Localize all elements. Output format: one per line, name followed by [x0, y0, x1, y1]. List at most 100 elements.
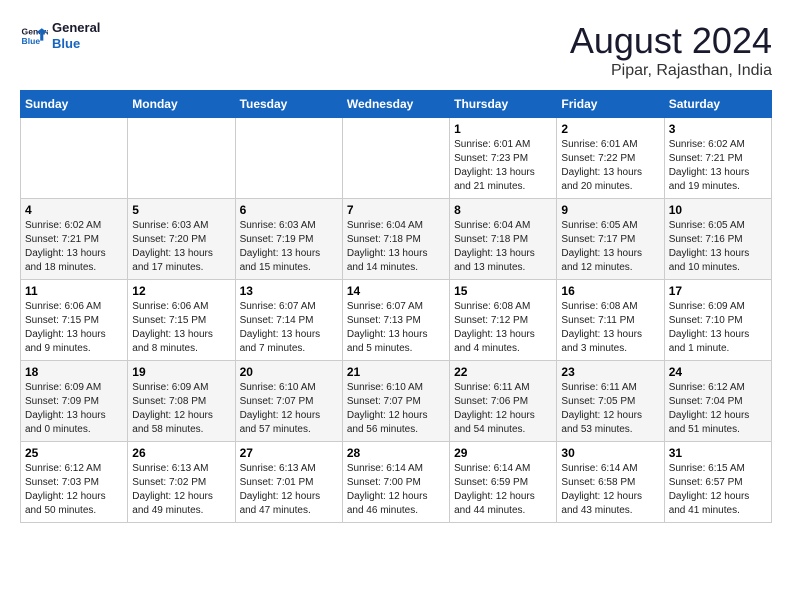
- logo-general-text: General: [52, 20, 100, 36]
- day-info: Sunrise: 6:05 AM Sunset: 7:16 PM Dayligh…: [669, 219, 767, 275]
- weekday-header-sunday: Sunday: [21, 91, 128, 118]
- calendar-cell: 12Sunrise: 6:06 AM Sunset: 7:15 PM Dayli…: [128, 280, 235, 361]
- logo: General Blue General Blue: [20, 20, 100, 51]
- day-number: 29: [454, 446, 552, 460]
- day-number: 11: [25, 284, 123, 298]
- day-info: Sunrise: 6:09 AM Sunset: 7:09 PM Dayligh…: [25, 381, 123, 437]
- day-number: 4: [25, 203, 123, 217]
- calendar-cell: [21, 118, 128, 199]
- day-number: 3: [669, 122, 767, 136]
- calendar-cell: [235, 118, 342, 199]
- calendar-cell: 4 Sunrise: 6:02 AM Sunset: 7:21 PM Daylig…: [21, 199, 128, 280]
- calendar-cell: 7 Sunrise: 6:04 AM Sunset: 7:18 PM Daylig…: [342, 199, 449, 280]
- day-info: Sunrise: 6:08 AM Sunset: 7:12 PM Dayligh…: [454, 300, 552, 356]
- day-info: Sunrise: 6:04 AM Sunset: 7:18 PM Dayligh…: [347, 219, 445, 275]
- calendar-cell: 22 Sunrise: 6:11 AM Sunset: 7:06 PM Dayli…: [450, 361, 557, 442]
- day-number: 18: [25, 365, 123, 379]
- calendar-cell: 31 Sunrise: 6:15 AM Sunset: 6:57 PM Dayli…: [664, 442, 771, 523]
- day-number: 17: [669, 284, 767, 298]
- day-number: 15: [454, 284, 552, 298]
- calendar-cell: 11Sunrise: 6:06 AM Sunset: 7:15 PM Dayli…: [21, 280, 128, 361]
- day-info: Sunrise: 6:07 AM Sunset: 7:13 PM Dayligh…: [347, 300, 445, 356]
- calendar-cell: 6Sunrise: 6:03 AM Sunset: 7:19 PM Daylig…: [235, 199, 342, 280]
- day-info: Sunrise: 6:12 AM Sunset: 7:03 PM Dayligh…: [25, 462, 123, 518]
- day-number: 7: [347, 203, 445, 217]
- day-number: 5: [132, 203, 230, 217]
- day-number: 31: [669, 446, 767, 460]
- weekday-header-thursday: Thursday: [450, 91, 557, 118]
- day-info: Sunrise: 6:08 AM Sunset: 7:11 PM Dayligh…: [561, 300, 659, 356]
- day-info: Sunrise: 6:05 AM Sunset: 7:17 PM Dayligh…: [561, 219, 659, 275]
- svg-text:Blue: Blue: [22, 35, 41, 45]
- header: General Blue General Blue August 2024 Pi…: [20, 20, 772, 80]
- day-number: 30: [561, 446, 659, 460]
- day-number: 10: [669, 203, 767, 217]
- day-number: 22: [454, 365, 552, 379]
- day-number: 1: [454, 122, 552, 136]
- week-row-5: 25 Sunrise: 6:12 AM Sunset: 7:03 PM Dayli…: [21, 442, 772, 523]
- day-number: 19: [132, 365, 230, 379]
- day-number: 8: [454, 203, 552, 217]
- day-number: 26: [132, 446, 230, 460]
- calendar-cell: 14Sunrise: 6:07 AM Sunset: 7:13 PM Dayli…: [342, 280, 449, 361]
- day-info: Sunrise: 6:06 AM Sunset: 7:15 PM Dayligh…: [132, 300, 230, 356]
- week-row-1: 1 Sunrise: 6:01 AM Sunset: 7:23 PM Daylig…: [21, 118, 772, 199]
- calendar-cell: 1 Sunrise: 6:01 AM Sunset: 7:23 PM Daylig…: [450, 118, 557, 199]
- calendar-cell: 17 Sunrise: 6:09 AM Sunset: 7:10 PM Dayli…: [664, 280, 771, 361]
- day-number: 25: [25, 446, 123, 460]
- day-number: 21: [347, 365, 445, 379]
- day-info: Sunrise: 6:02 AM Sunset: 7:21 PM Dayligh…: [25, 219, 123, 275]
- calendar-cell: 5Sunrise: 6:03 AM Sunset: 7:20 PM Daylig…: [128, 199, 235, 280]
- calendar-cell: 24Sunrise: 6:12 AM Sunset: 7:04 PM Dayli…: [664, 361, 771, 442]
- calendar-cell: 3 Sunrise: 6:02 AM Sunset: 7:21 PM Daylig…: [664, 118, 771, 199]
- calendar-cell: 10 Sunrise: 6:05 AM Sunset: 7:16 PM Dayli…: [664, 199, 771, 280]
- day-info: Sunrise: 6:01 AM Sunset: 7:22 PM Dayligh…: [561, 138, 659, 194]
- day-number: 9: [561, 203, 659, 217]
- calendar-cell: [128, 118, 235, 199]
- calendar-cell: 30 Sunrise: 6:14 AM Sunset: 6:58 PM Dayli…: [557, 442, 664, 523]
- day-info: Sunrise: 6:01 AM Sunset: 7:23 PM Dayligh…: [454, 138, 552, 194]
- day-number: 24: [669, 365, 767, 379]
- day-info: Sunrise: 6:11 AM Sunset: 7:06 PM Dayligh…: [454, 381, 552, 437]
- day-info: Sunrise: 6:09 AM Sunset: 7:08 PM Dayligh…: [132, 381, 230, 437]
- weekday-header-wednesday: Wednesday: [342, 91, 449, 118]
- day-info: Sunrise: 6:14 AM Sunset: 6:59 PM Dayligh…: [454, 462, 552, 518]
- calendar-cell: 23Sunrise: 6:11 AM Sunset: 7:05 PM Dayli…: [557, 361, 664, 442]
- weekday-header-monday: Monday: [128, 91, 235, 118]
- weekday-header-friday: Friday: [557, 91, 664, 118]
- calendar-cell: 26 Sunrise: 6:13 AM Sunset: 7:02 PM Dayli…: [128, 442, 235, 523]
- weekday-header-saturday: Saturday: [664, 91, 771, 118]
- calendar-cell: 20Sunrise: 6:10 AM Sunset: 7:07 PM Dayli…: [235, 361, 342, 442]
- calendar-cell: 2Sunrise: 6:01 AM Sunset: 7:22 PM Daylig…: [557, 118, 664, 199]
- calendar-table: SundayMondayTuesdayWednesdayThursdayFrid…: [20, 90, 772, 523]
- day-info: Sunrise: 6:10 AM Sunset: 7:07 PM Dayligh…: [347, 381, 445, 437]
- week-row-4: 18 Sunrise: 6:09 AM Sunset: 7:09 PM Dayli…: [21, 361, 772, 442]
- day-number: 28: [347, 446, 445, 460]
- logo-blue-text: Blue: [52, 36, 100, 52]
- week-row-3: 11 Sunrise: 6:06 AM Sunset: 7:15 PM Dayli…: [21, 280, 772, 361]
- day-info: Sunrise: 6:13 AM Sunset: 7:02 PM Dayligh…: [132, 462, 230, 518]
- title-area: August 2024 Pipar, Rajasthan, India: [570, 20, 772, 80]
- day-info: Sunrise: 6:14 AM Sunset: 6:58 PM Dayligh…: [561, 462, 659, 518]
- calendar-subtitle: Pipar, Rajasthan, India: [570, 62, 772, 80]
- calendar-cell: [342, 118, 449, 199]
- week-row-2: 4 Sunrise: 6:02 AM Sunset: 7:21 PM Daylig…: [21, 199, 772, 280]
- logo-icon: General Blue: [20, 22, 48, 50]
- day-info: Sunrise: 6:15 AM Sunset: 6:57 PM Dayligh…: [669, 462, 767, 518]
- weekday-header-tuesday: Tuesday: [235, 91, 342, 118]
- calendar-cell: 18 Sunrise: 6:09 AM Sunset: 7:09 PM Dayli…: [21, 361, 128, 442]
- calendar-cell: 9 Sunrise: 6:05 AM Sunset: 7:17 PM Daylig…: [557, 199, 664, 280]
- calendar-cell: 8 Sunrise: 6:04 AM Sunset: 7:18 PM Daylig…: [450, 199, 557, 280]
- calendar-cell: 19 Sunrise: 6:09 AM Sunset: 7:08 PM Dayli…: [128, 361, 235, 442]
- day-info: Sunrise: 6:04 AM Sunset: 7:18 PM Dayligh…: [454, 219, 552, 275]
- day-info: Sunrise: 6:14 AM Sunset: 7:00 PM Dayligh…: [347, 462, 445, 518]
- day-info: Sunrise: 6:07 AM Sunset: 7:14 PM Dayligh…: [240, 300, 338, 356]
- calendar-cell: 16Sunrise: 6:08 AM Sunset: 7:11 PM Dayli…: [557, 280, 664, 361]
- day-info: Sunrise: 6:13 AM Sunset: 7:01 PM Dayligh…: [240, 462, 338, 518]
- calendar-cell: 25 Sunrise: 6:12 AM Sunset: 7:03 PM Dayli…: [21, 442, 128, 523]
- day-info: Sunrise: 6:09 AM Sunset: 7:10 PM Dayligh…: [669, 300, 767, 356]
- day-number: 20: [240, 365, 338, 379]
- calendar-cell: 28 Sunrise: 6:14 AM Sunset: 7:00 PM Dayli…: [342, 442, 449, 523]
- calendar-cell: 21 Sunrise: 6:10 AM Sunset: 7:07 PM Dayli…: [342, 361, 449, 442]
- day-info: Sunrise: 6:02 AM Sunset: 7:21 PM Dayligh…: [669, 138, 767, 194]
